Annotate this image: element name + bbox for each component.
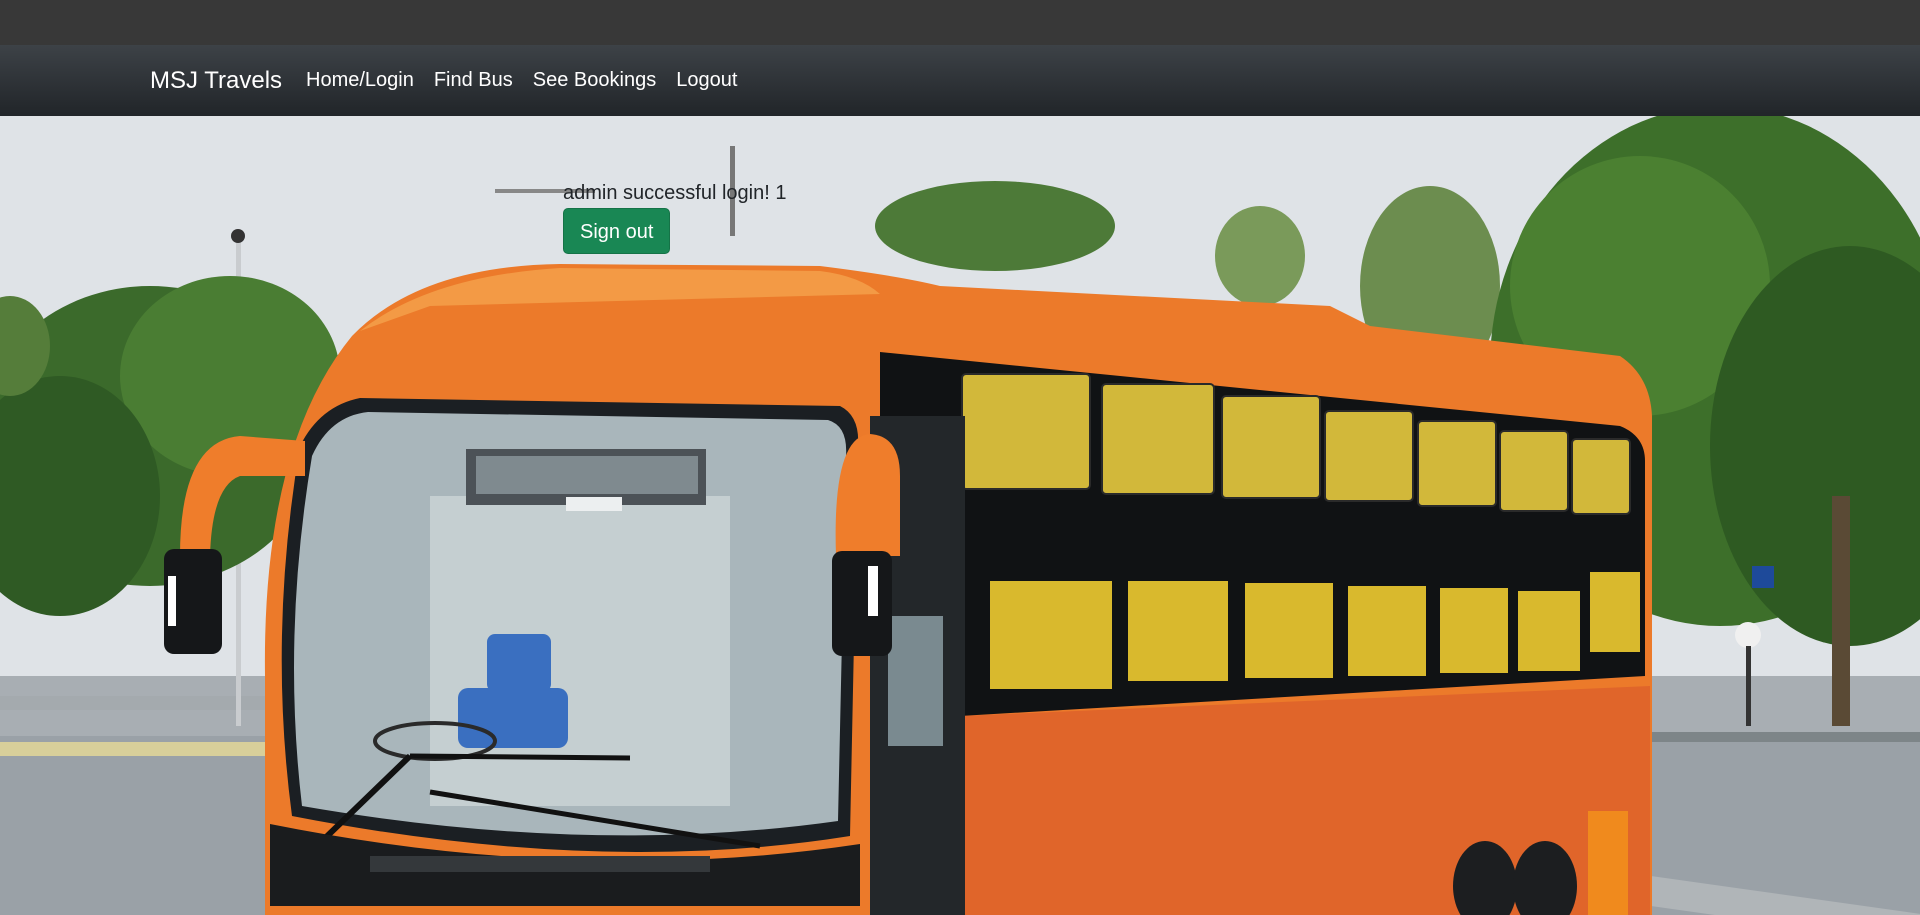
browser-top-strip	[0, 0, 1920, 45]
bus-photo-icon	[0, 116, 1920, 915]
nav-home-login[interactable]: Home/Login	[296, 45, 424, 116]
hero-background	[0, 116, 1920, 915]
nav-links: Home/Login Find Bus See Bookings Logout	[296, 45, 747, 116]
brand-link[interactable]: MSJ Travels	[150, 45, 282, 116]
nav-see-bookings[interactable]: See Bookings	[523, 45, 666, 116]
sign-out-button[interactable]: Sign out	[563, 208, 671, 254]
nav-logout[interactable]: Logout	[666, 45, 747, 116]
login-status-panel: admin successful login! 1 Sign out	[563, 181, 786, 254]
navbar: MSJ Travels Home/Login Find Bus See Book…	[0, 45, 1920, 116]
login-message: admin successful login! 1	[563, 182, 787, 204]
nav-find-bus[interactable]: Find Bus	[424, 45, 523, 116]
